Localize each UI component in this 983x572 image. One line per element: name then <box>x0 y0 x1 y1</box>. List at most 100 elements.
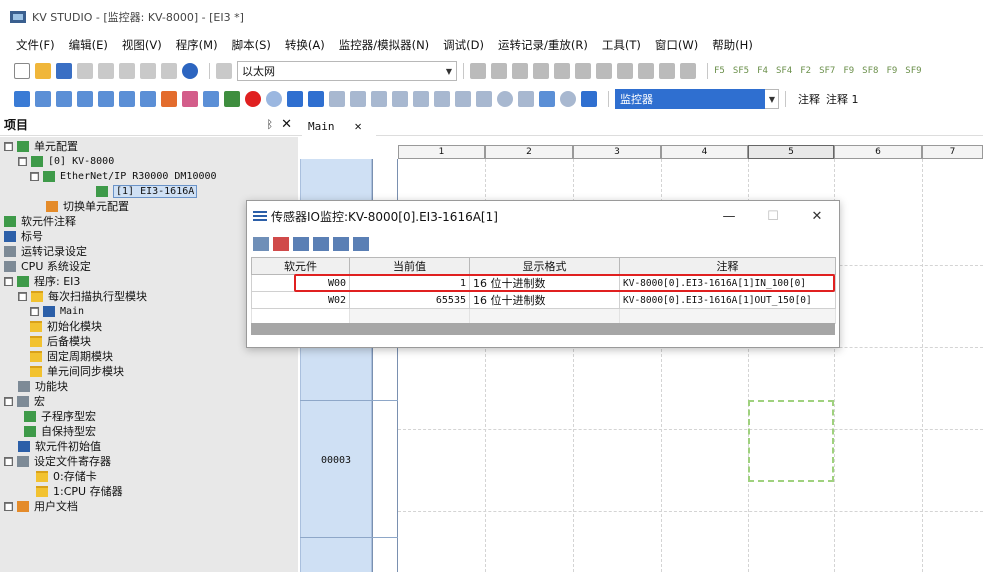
step-forward-icon[interactable] <box>413 91 429 107</box>
fkey-button[interactable]: SF9 <box>905 66 921 76</box>
verify-icon[interactable] <box>512 63 528 79</box>
empty-cell[interactable] <box>469 308 620 324</box>
menu-window[interactable]: 窗口(W) <box>655 37 698 53</box>
maximize-button[interactable]: ☐ <box>751 209 795 224</box>
tree-item-memory-card[interactable]: 0:存储卡 <box>36 469 97 483</box>
next-icon[interactable] <box>476 91 492 107</box>
tree-item-sync-module[interactable]: 单元间同步模块 <box>30 364 124 378</box>
write-plc-icon[interactable] <box>491 63 507 79</box>
menu-view[interactable]: 视图(V) <box>122 37 162 53</box>
tree-item-device-init[interactable]: 软元件初始值 <box>18 439 101 453</box>
window-icon[interactable] <box>98 91 114 107</box>
tree-item-scan-module[interactable]: ■ 每次扫描执行型模块 <box>18 289 147 303</box>
device-icon[interactable] <box>638 63 654 79</box>
fkey-button[interactable]: SF8 <box>862 66 878 76</box>
menu-tools[interactable]: 工具(T) <box>602 37 641 53</box>
tree-item-ei3-1616a[interactable]: [1] EI3-1616A <box>96 184 198 198</box>
open-folder-icon[interactable] <box>35 63 51 79</box>
tree-item-fixed-cycle-module[interactable]: 固定周期模块 <box>30 349 113 363</box>
tree-item-ethernetip[interactable]: ■ EtherNet/IP R30000 DM10000 <box>30 169 217 183</box>
list-detail-icon[interactable] <box>77 91 93 107</box>
list-outline-icon[interactable] <box>56 91 72 107</box>
format-cell[interactable]: 16 位十进制数 <box>469 291 620 309</box>
empty-cell[interactable] <box>349 308 470 324</box>
record-icon[interactable] <box>245 91 261 107</box>
expand-icon[interactable]: ■ <box>30 306 39 316</box>
save-icon[interactable] <box>56 63 72 79</box>
step-back-icon[interactable] <box>392 91 408 107</box>
close-tab-icon[interactable]: ✕ <box>355 119 362 133</box>
close-panel-icon[interactable]: ✕ <box>281 117 292 132</box>
device-monitor-icon[interactable] <box>224 91 240 107</box>
menu-convert[interactable]: 转换(A) <box>285 37 325 53</box>
run-icon[interactable] <box>287 91 303 107</box>
clock-icon[interactable] <box>560 91 576 107</box>
minimize-button[interactable]: — <box>707 209 751 224</box>
column-header-display-format[interactable]: 显示格式 <box>469 257 620 275</box>
monitor-grid-icon[interactable] <box>575 63 591 79</box>
tree-item-user-docs[interactable]: ■ 用户文档 <box>4 499 78 513</box>
column-header-current-value[interactable]: 当前值 <box>349 257 470 275</box>
menu-script[interactable]: 脚本(S) <box>232 37 271 53</box>
target-icon[interactable] <box>497 91 513 107</box>
down-icon[interactable] <box>434 91 450 107</box>
fkey-button[interactable]: SF7 <box>819 66 835 76</box>
hand-icon[interactable] <box>518 91 534 107</box>
menu-program[interactable]: 程序(M) <box>176 37 218 53</box>
up-icon[interactable] <box>371 91 387 107</box>
tree-item-macro[interactable]: ■ 宏 <box>4 394 45 408</box>
io-icon[interactable] <box>203 91 219 107</box>
register-icon[interactable] <box>596 63 612 79</box>
table-icon[interactable] <box>293 237 309 251</box>
empty-cell[interactable] <box>251 308 350 324</box>
device-cell[interactable]: W02 <box>251 291 350 309</box>
rewind-icon[interactable] <box>350 91 366 107</box>
table-row-empty[interactable] <box>251 308 836 324</box>
cut-icon[interactable] <box>119 63 135 79</box>
column-header-comment[interactable]: 注释 <box>619 257 836 275</box>
ladder-cursor[interactable] <box>748 400 834 482</box>
register-device-icon[interactable] <box>253 237 269 251</box>
mode-combo-dropdown[interactable]: ▼ <box>765 89 779 109</box>
sensor-icon[interactable] <box>182 91 198 107</box>
empty-cell[interactable] <box>619 308 836 324</box>
tab-main[interactable]: Main ✕ <box>302 116 376 136</box>
network-icon[interactable] <box>216 63 232 79</box>
collapse-icon[interactable]: ■ <box>18 156 27 166</box>
tree-item-standby-module[interactable]: 后备模块 <box>30 334 91 348</box>
column-header-device[interactable]: 软元件 <box>251 257 350 275</box>
menu-monitor[interactable]: 监控器/模拟器(N) <box>339 37 429 53</box>
io-export-icon[interactable] <box>353 237 369 251</box>
close-button[interactable]: ✕ <box>795 209 839 224</box>
grid-icon[interactable] <box>119 91 135 107</box>
stop-circle-icon[interactable] <box>266 91 282 107</box>
transfer-icon[interactable] <box>533 63 549 79</box>
paste-icon[interactable] <box>98 63 114 79</box>
tree-item-switch-unit-config[interactable]: 切换单元配置 <box>46 199 129 213</box>
tree-item-cpu-settings[interactable]: CPU 系统设定 <box>4 259 91 273</box>
menu-debug[interactable]: 调试(D) <box>443 37 484 53</box>
tree-item-unit-config[interactable]: ■ 单元配置 <box>4 139 78 153</box>
fkey-button[interactable]: F9 <box>843 66 854 76</box>
collapse-icon[interactable]: ■ <box>4 456 13 466</box>
fkey-button[interactable]: SF4 <box>776 66 792 76</box>
menu-file[interactable]: 文件(F) <box>16 37 55 53</box>
value-cell[interactable]: 65535 <box>349 291 470 309</box>
comment-cell[interactable]: KV-8000[0].EI3-1616A[1]OUT_150[0] <box>619 291 836 309</box>
print-icon[interactable] <box>140 63 156 79</box>
help-icon[interactable] <box>182 63 198 79</box>
collapse-icon[interactable]: ■ <box>18 291 27 301</box>
pause-icon[interactable] <box>329 91 345 107</box>
read-plc-icon[interactable] <box>470 63 486 79</box>
search-icon[interactable] <box>554 63 570 79</box>
pin-icon[interactable]: ᛒ <box>266 118 273 131</box>
tree-item-main[interactable]: ■ Main <box>30 304 84 318</box>
tool-icon[interactable] <box>161 91 177 107</box>
fast-forward-icon[interactable] <box>455 91 471 107</box>
monitor-settings-icon[interactable] <box>333 237 349 251</box>
new-file-icon[interactable] <box>14 63 30 79</box>
collapse-icon[interactable]: ■ <box>4 141 13 151</box>
unit-icon[interactable] <box>617 63 633 79</box>
print-preview-icon[interactable] <box>161 63 177 79</box>
stop-icon[interactable] <box>308 91 324 107</box>
